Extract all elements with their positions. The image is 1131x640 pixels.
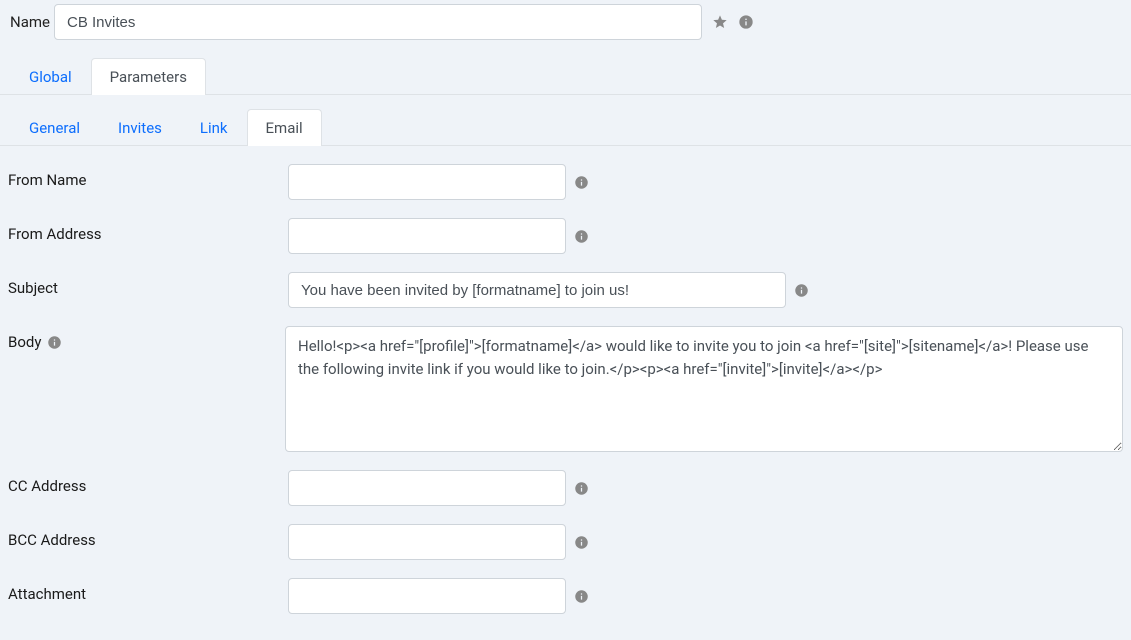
info-icon[interactable] — [574, 535, 589, 550]
attachment-input[interactable] — [288, 578, 566, 614]
name-input[interactable] — [54, 4, 702, 40]
from-address-label: From Address — [8, 218, 288, 243]
body-label-text: Body — [8, 333, 41, 351]
from-address-input[interactable] — [288, 218, 566, 254]
name-label: Name — [6, 13, 46, 31]
star-icon[interactable] — [712, 14, 728, 30]
tab-general[interactable]: General — [10, 109, 99, 146]
info-icon[interactable] — [574, 589, 589, 604]
info-icon[interactable] — [738, 14, 754, 30]
info-icon[interactable] — [794, 283, 809, 298]
bcc-address-label: BCC Address — [8, 524, 288, 549]
attachment-label: Attachment — [8, 578, 288, 603]
info-icon[interactable] — [574, 481, 589, 496]
from-name-input[interactable] — [288, 164, 566, 200]
body-textarea[interactable] — [285, 326, 1123, 452]
info-icon[interactable] — [574, 175, 589, 190]
from-name-label: From Name — [8, 164, 288, 189]
info-icon[interactable] — [47, 335, 62, 350]
tabs-outer: Global Parameters — [0, 58, 1131, 95]
tab-link[interactable]: Link — [181, 109, 247, 146]
bcc-address-input[interactable] — [288, 524, 566, 560]
tab-global[interactable]: Global — [10, 58, 91, 95]
tab-invites[interactable]: Invites — [99, 109, 181, 146]
cc-address-input[interactable] — [288, 470, 566, 506]
cc-address-label: CC Address — [8, 470, 288, 495]
tabs-inner: General Invites Link Email — [0, 109, 1131, 146]
body-label: Body — [8, 326, 285, 351]
tab-email[interactable]: Email — [247, 109, 322, 146]
subject-label: Subject — [8, 272, 288, 297]
subject-input[interactable] — [288, 272, 786, 308]
tab-parameters[interactable]: Parameters — [91, 58, 206, 95]
info-icon[interactable] — [574, 229, 589, 244]
